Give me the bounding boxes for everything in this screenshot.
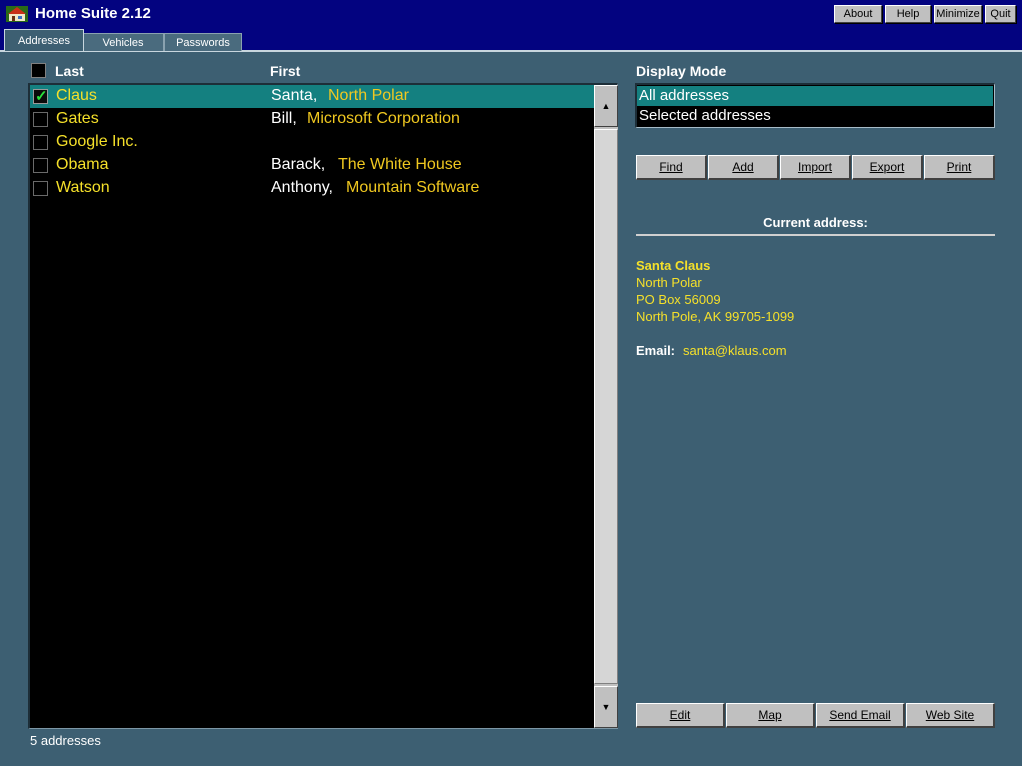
row-company: Microsoft Corporation xyxy=(307,110,460,127)
email-label: Email: xyxy=(636,343,676,358)
current-address-line1: North Polar xyxy=(636,275,702,290)
quit-button[interactable]: Quit xyxy=(985,5,1016,23)
title-bar: Home Suite 2.12 About Help Minimize Quit xyxy=(0,0,1022,30)
display-mode-title: Display Mode xyxy=(636,63,727,79)
scroll-down-button[interactable]: ▼ xyxy=(594,686,618,728)
add-button[interactable]: Add xyxy=(708,155,779,180)
list-row-obama[interactable]: Obama Barack, The White House xyxy=(30,154,594,177)
row-checkbox[interactable] xyxy=(33,158,48,173)
about-button[interactable]: About xyxy=(834,5,882,23)
display-mode-option-all[interactable]: All addresses xyxy=(637,86,993,106)
web-site-button[interactable]: Web Site xyxy=(906,703,995,728)
current-name: Santa Claus xyxy=(636,258,711,273)
row-last-name: Google Inc. xyxy=(56,133,138,150)
minimize-button[interactable]: Minimize xyxy=(934,5,982,23)
tab-passwords[interactable]: Passwords xyxy=(164,33,242,51)
send-email-button[interactable]: Send Email xyxy=(816,703,905,728)
tab-addresses[interactable]: Addresses xyxy=(4,29,84,51)
help-button[interactable]: Help xyxy=(885,5,931,23)
app-title: Home Suite 2.12 xyxy=(35,5,151,22)
current-address-divider xyxy=(636,234,995,236)
list-row-gates[interactable]: Gates Bill, Microsoft Corporation xyxy=(30,108,594,131)
row-company: The White House xyxy=(338,156,462,173)
address-list[interactable]: ✓ Claus Santa, North Polar Gates Bill, M… xyxy=(28,83,618,729)
row-first-name: Barack, xyxy=(271,156,326,173)
map-button[interactable]: Map xyxy=(726,703,815,728)
row-company: Mountain Software xyxy=(346,179,480,196)
tab-vehicles[interactable]: Vehicles xyxy=(82,33,164,51)
import-button[interactable]: Import xyxy=(780,155,851,180)
status-text: 5 addresses xyxy=(30,733,101,748)
display-mode-list[interactable]: All addresses Selected addresses xyxy=(635,83,995,128)
current-address-line2: PO Box 56009 xyxy=(636,292,721,307)
list-row-watson[interactable]: Watson Anthony, Mountain Software xyxy=(30,177,594,200)
list-row-google[interactable]: Google Inc. xyxy=(30,131,594,154)
print-button[interactable]: Print xyxy=(924,155,995,180)
scroll-thumb[interactable] xyxy=(594,129,618,684)
edit-button[interactable]: Edit xyxy=(636,703,725,728)
row-checkbox[interactable] xyxy=(33,181,48,196)
list-row-claus[interactable]: ✓ Claus Santa, North Polar xyxy=(30,85,594,108)
column-header-last[interactable]: Last xyxy=(55,63,84,79)
email-link[interactable]: santa@klaus.com xyxy=(683,343,787,358)
row-last-name: Claus xyxy=(56,87,97,104)
row-checkbox[interactable] xyxy=(33,112,48,127)
current-address-title: Current address: xyxy=(763,215,868,230)
display-mode-option-selected[interactable]: Selected addresses xyxy=(637,106,993,126)
arrow-down-icon: ▼ xyxy=(601,702,611,712)
column-header-first[interactable]: First xyxy=(270,63,300,79)
find-button[interactable]: Find xyxy=(636,155,707,180)
row-checkbox[interactable]: ✓ xyxy=(33,88,48,105)
row-last-name: Obama xyxy=(56,156,109,173)
current-address-line3: North Pole, AK 99705-1099 xyxy=(636,309,795,324)
row-checkbox[interactable] xyxy=(33,135,48,150)
row-last-name: Gates xyxy=(56,110,99,127)
select-all-checkbox[interactable] xyxy=(31,63,46,78)
row-first-name: Santa, xyxy=(271,87,318,104)
row-company: North Polar xyxy=(328,87,409,104)
arrow-up-icon: ▲ xyxy=(601,101,611,111)
row-first-name: Bill, xyxy=(271,110,297,127)
row-last-name: Watson xyxy=(56,179,110,196)
export-button[interactable]: Export xyxy=(852,155,923,180)
house-icon xyxy=(6,6,28,22)
vertical-scrollbar[interactable]: ▲ ▼ xyxy=(594,85,618,728)
checkmark-icon: ✓ xyxy=(35,88,48,105)
row-first-name: Anthony, xyxy=(271,179,333,196)
scroll-up-button[interactable]: ▲ xyxy=(594,85,618,127)
